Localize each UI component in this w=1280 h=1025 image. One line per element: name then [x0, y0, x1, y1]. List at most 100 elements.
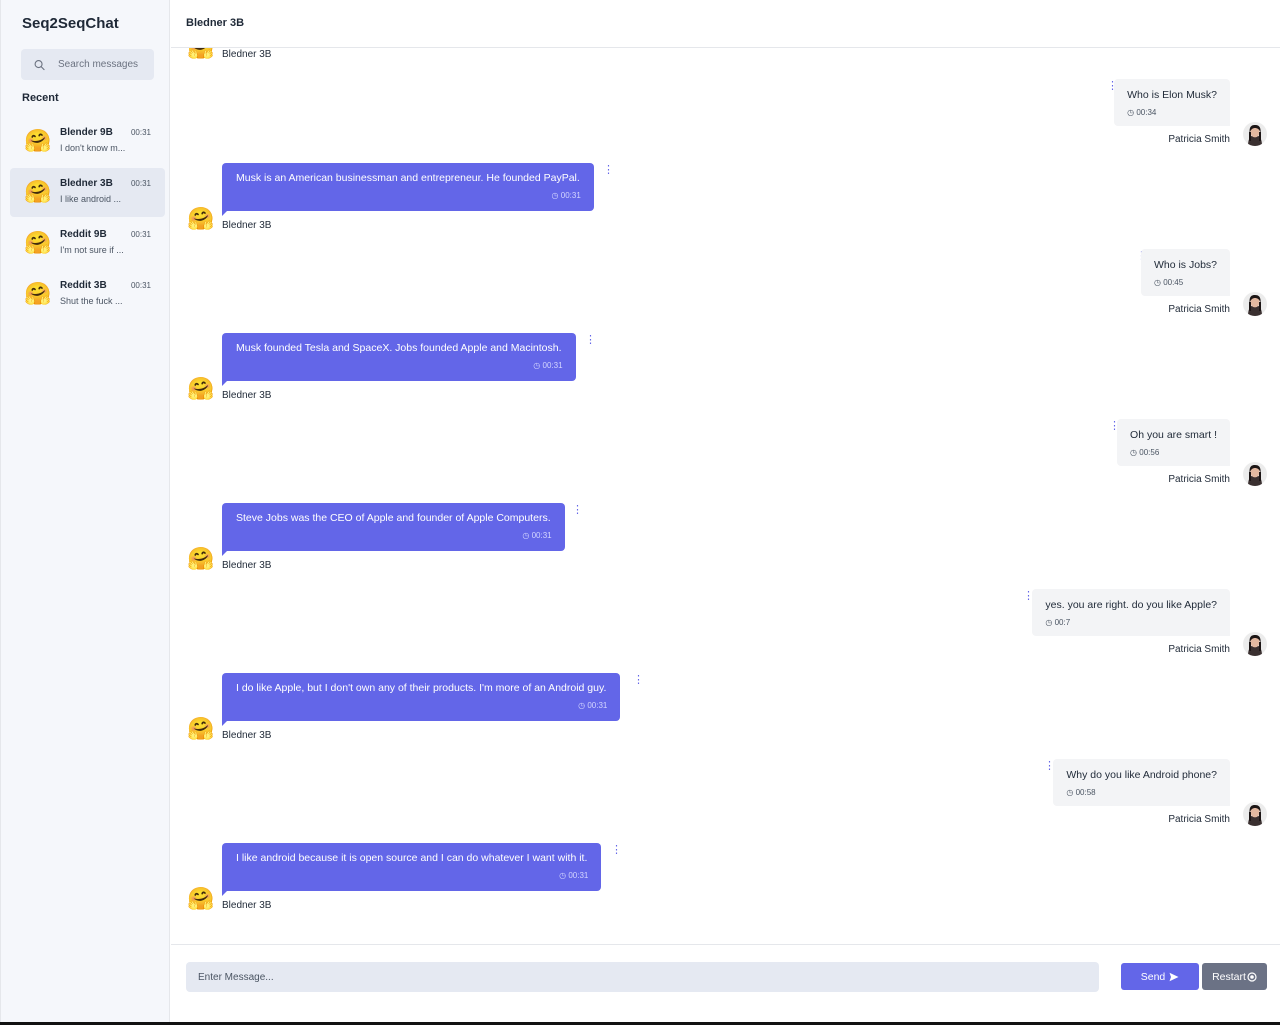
message-input[interactable]	[186, 962, 1099, 992]
message-time: ◷ 00:31	[551, 191, 581, 200]
contact-list: 🤗 Blender 9B 00:31 I don't know m... 🤗 B…	[10, 117, 165, 321]
contact-name: Reddit 9B	[60, 229, 107, 240]
clock-icon: ◷	[522, 531, 530, 540]
message-text: I do like Apple, but I don't own any of …	[236, 682, 607, 694]
contact-name: Blender 9B	[60, 127, 113, 138]
kebab-menu-icon[interactable]: ⋮	[572, 505, 583, 516]
message-sender: Bledner 3B	[222, 220, 272, 231]
message-time: ◷ 00:31	[559, 871, 589, 880]
send-button-label: Send	[1140, 970, 1166, 983]
kebab-menu-icon[interactable]: ⋮	[1109, 421, 1120, 432]
contact-preview: I'm not sure if ...	[60, 245, 124, 255]
hugging-face-icon: 🤗	[187, 376, 215, 401]
message-time: ◷ 00:45	[1153, 278, 1184, 287]
message-text: Musk founded Tesla and SpaceX. Jobs foun…	[236, 342, 562, 354]
message-text: yes. you are right. do you like Apple?	[1045, 599, 1217, 611]
message-bubble: Who is Jobs? ◷ 00:45	[1140, 249, 1230, 296]
kebab-menu-icon[interactable]: ⋮	[585, 335, 596, 346]
message-text: Why do you like Android phone?	[1066, 769, 1217, 781]
message-text: I like android because it is open source…	[236, 852, 588, 864]
user-avatar	[1243, 292, 1267, 316]
recent-heading: Recent	[22, 92, 59, 104]
message-sender: Bledner 3B	[222, 560, 272, 571]
message-bubble: yes. you are right. do you like Apple? ◷…	[1032, 589, 1230, 636]
hugging-face-icon: 🤗	[187, 716, 215, 741]
paper-plane-icon	[1169, 972, 1179, 981]
message-sender: Bledner 3B	[222, 390, 272, 401]
search-input[interactable]	[58, 59, 154, 70]
message-time: ◷ 00:34	[1127, 108, 1157, 117]
user-avatar	[1243, 802, 1267, 826]
message-bubble: I like android because it is open source…	[222, 843, 602, 891]
message-time: ◷ 00:7	[1045, 618, 1071, 627]
message-time: ◷ 00:56	[1130, 448, 1160, 457]
contact-item-bledner-3b[interactable]: 🤗 Bledner 3B 00:31 I like android ...	[10, 168, 165, 217]
clock-icon: ◷	[1130, 448, 1138, 457]
kebab-menu-icon[interactable]: ⋮	[1023, 591, 1034, 602]
message-bubble: Steve Jobs was the CEO of Apple and foun…	[222, 503, 565, 551]
message-bubble: I do like Apple, but I don't own any of …	[222, 673, 621, 721]
kebab-menu-icon[interactable]: ⋮	[603, 165, 614, 176]
hugging-face-icon: 🤗	[187, 206, 215, 231]
message-bubble: Musk is an American businessman and entr…	[222, 163, 594, 211]
bubble-tail	[222, 720, 228, 726]
restart-button[interactable]: Restart	[1202, 963, 1267, 990]
sidebar: Seq2SeqChat Recent 🤗 Blender 9B 00:31 I …	[0, 0, 170, 1022]
message-sender: Patricia Smith	[1168, 134, 1230, 145]
contact-time: 00:31	[130, 281, 151, 290]
contact-preview: I like android ...	[60, 194, 122, 204]
message-bubble: Musk founded Tesla and SpaceX. Jobs foun…	[222, 333, 576, 381]
message-text: Steve Jobs was the CEO of Apple and foun…	[236, 512, 551, 524]
message-sender: Patricia Smith	[1168, 644, 1230, 655]
restart-icon	[1247, 971, 1257, 982]
message-bubble: Oh you are smart ! ◷ 00:56	[1117, 419, 1230, 466]
bubble-tail	[222, 550, 228, 556]
user-avatar	[1243, 462, 1267, 486]
clock-icon: ◷	[533, 361, 541, 370]
clock-icon: ◷	[559, 871, 567, 880]
search-box[interactable]	[21, 49, 154, 80]
hugging-face-icon: 🤗	[187, 886, 215, 911]
contact-item-blender-9b[interactable]: 🤗 Blender 9B 00:31 I don't know m...	[10, 117, 165, 166]
kebab-menu-icon[interactable]: ⋮	[1044, 761, 1055, 772]
contact-name: Reddit 3B	[60, 280, 107, 291]
hugging-face-icon: 🤗	[187, 546, 215, 571]
message-sender: Patricia Smith	[1168, 814, 1230, 825]
contact-time: 00:31	[130, 230, 151, 239]
kebab-menu-icon[interactable]: ⋮	[633, 675, 644, 686]
hugging-face-icon: 🤗	[24, 281, 52, 306]
user-avatar	[1243, 122, 1267, 146]
message-composer: Send Restart	[171, 944, 1280, 1022]
message-time: ◷ 00:31	[578, 701, 608, 710]
bubble-tail	[222, 890, 228, 896]
clock-icon: ◷	[1066, 788, 1074, 797]
kebab-menu-icon[interactable]: ⋮	[1107, 81, 1118, 92]
hugging-face-icon: 🤗	[24, 179, 52, 204]
message-text: Musk is an American businessman and entr…	[236, 172, 580, 184]
message-bubble: Why do you like Android phone? ◷ 00:58	[1053, 759, 1230, 806]
message-sender: Bledner 3B	[222, 730, 272, 741]
kebab-menu-icon[interactable]: ⋮	[611, 845, 622, 856]
message-sender: Patricia Smith	[1168, 474, 1230, 485]
hugging-face-icon: 🤗	[24, 230, 52, 255]
message-sender: Bledner 3B	[222, 49, 272, 60]
message-text: Oh you are smart !	[1130, 429, 1217, 441]
chat-title: Bledner 3B	[186, 17, 245, 29]
user-avatar	[1243, 632, 1267, 656]
message-text: Who is Elon Musk?	[1127, 89, 1217, 101]
send-button[interactable]: Send	[1121, 963, 1199, 990]
hugging-face-icon: 🤗	[187, 48, 214, 60]
clock-icon: ◷	[1153, 278, 1161, 287]
chat-header: Bledner 3B	[171, 0, 1280, 48]
message-time: ◷ 00:58	[1066, 788, 1096, 797]
search-icon	[34, 59, 45, 70]
contact-item-reddit-9b[interactable]: 🤗 Reddit 9B 00:31 I'm not sure if ...	[10, 219, 165, 268]
contact-item-reddit-3b[interactable]: 🤗 Reddit 3B 00:31 Shut the fuck ...	[10, 270, 165, 319]
message-sender: Bledner 3B	[222, 900, 272, 911]
app-window: Seq2SeqChat Recent 🤗 Blender 9B 00:31 I …	[0, 0, 1280, 1025]
hugging-face-icon: 🤗	[24, 128, 52, 153]
clock-icon: ◷	[578, 701, 586, 710]
contact-preview: Shut the fuck ...	[60, 296, 123, 306]
message-text: Who is Jobs?	[1153, 259, 1217, 271]
message-time: ◷ 00:31	[522, 531, 552, 540]
